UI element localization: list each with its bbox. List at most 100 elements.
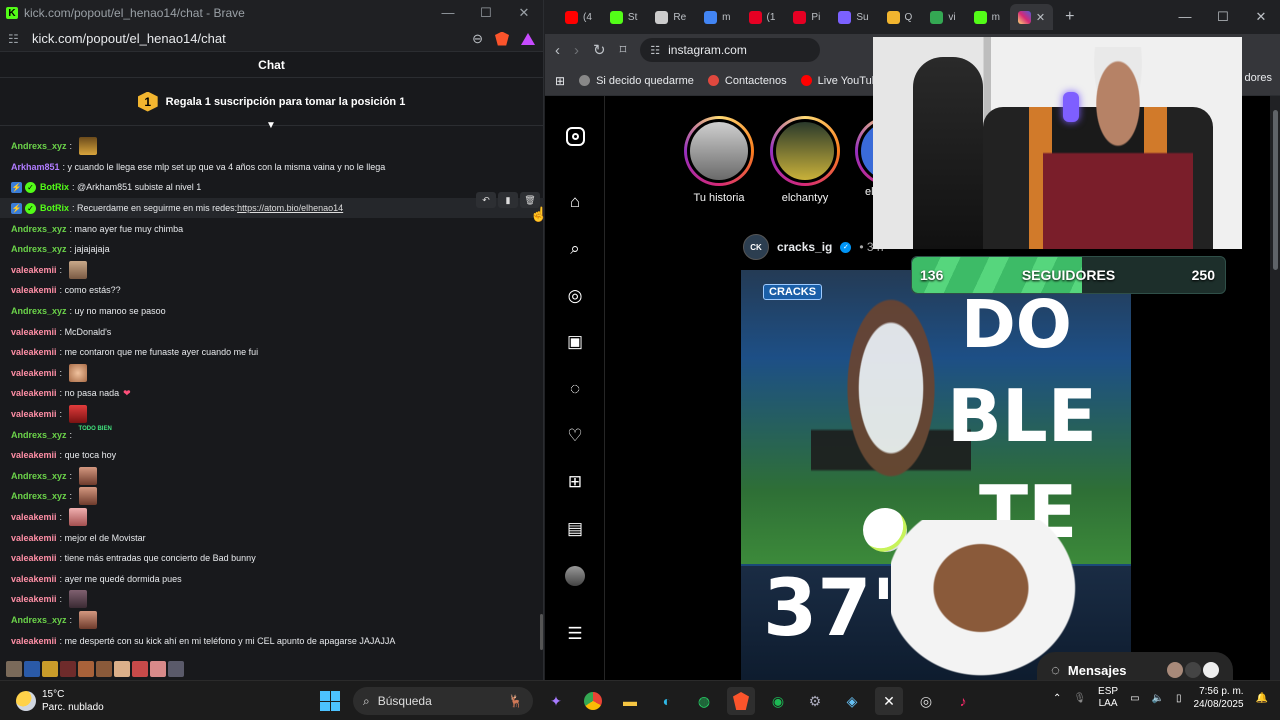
chat-message[interactable]: Andrexs_xyz: jajajajaja (0, 239, 544, 260)
chat-username[interactable]: Andrexs_xyz (11, 244, 67, 254)
emote-icon[interactable] (68, 507, 87, 526)
explore-icon[interactable]: ◎ (565, 286, 585, 306)
bookmark-icon[interactable]: ⌑ (620, 42, 627, 58)
menu-icon[interactable]: ☰ (565, 624, 585, 644)
whatsapp-icon[interactable]: ◍ (690, 687, 718, 715)
profile-avatar[interactable] (565, 566, 585, 586)
forward-icon[interactable]: › (574, 42, 579, 59)
reload-icon[interactable]: ↻ (593, 41, 606, 59)
edge-icon[interactable]: ◐ (653, 687, 681, 715)
chat-message[interactable]: Andrexs_xyz: uy no manoo se pasoo (0, 301, 544, 322)
emote-icon[interactable] (78, 487, 97, 506)
url-text[interactable]: kick.com/popout/el_henao14/chat (32, 31, 472, 46)
battery-icon[interactable]: ▯ (1176, 693, 1182, 704)
chat-message[interactable]: valeakemii: que toca hoy (0, 445, 544, 466)
start-button[interactable] (316, 687, 344, 715)
browser-tab[interactable]: vi (922, 4, 963, 30)
emote-icon[interactable] (132, 661, 148, 677)
chat-message[interactable]: Andrexs_xyz: (0, 610, 544, 631)
emote-icon[interactable] (6, 661, 22, 677)
tiktok-icon[interactable]: ♪ (949, 687, 977, 715)
chat-message[interactable]: Andrexs_xyz: (0, 486, 544, 507)
settings-gear-icon[interactable]: ⚙ (801, 687, 829, 715)
url-text[interactable]: instagram.com (668, 43, 747, 57)
address-bar[interactable]: ☷ kick.com/popout/el_henao14/chat ⊖ (0, 26, 543, 52)
copilot-icon[interactable]: ✦ (542, 687, 570, 715)
steam-icon[interactable]: ◈ (838, 687, 866, 715)
chat-message[interactable]: valeakemii: como estás?? (0, 280, 544, 301)
emote-icon[interactable] (78, 466, 97, 485)
chat-message[interactable]: ⚡ ✓ BotRix: Recuerdame en seguirme en mis … (0, 197, 544, 219)
address-bar[interactable]: ☷ instagram.com (640, 38, 821, 62)
chat-username[interactable]: valeakemii (11, 347, 57, 357)
clock[interactable]: 7:56 p. m. 24/08/2025 (1193, 685, 1243, 711)
chat-message[interactable]: Andrexs_xyz: (0, 136, 544, 157)
chat-message[interactable]: ⚡ ✓ BotRix: @Arkham851 subiste al nivel 1 (0, 177, 544, 198)
browser-tab[interactable]: (1 (741, 4, 784, 30)
home-icon[interactable]: ⌂ (565, 192, 585, 212)
page-scrollbar[interactable] (1270, 96, 1280, 680)
chat-username[interactable]: Andrexs_xyz (11, 141, 67, 151)
messenger-icon[interactable]: ◌ (565, 379, 585, 399)
browser-tab[interactable]: Re (647, 4, 694, 30)
chat-username[interactable]: valeakemii (11, 636, 57, 646)
browser-tab[interactable]: St (602, 4, 645, 30)
minimize-button[interactable]: — (429, 5, 467, 21)
chat-message[interactable]: valeakemii: (0, 404, 544, 425)
chat-username[interactable]: valeakemii (11, 512, 57, 522)
browser-tab[interactable]: m (966, 4, 1008, 30)
emote-icon[interactable] (68, 405, 87, 424)
emote-icon[interactable] (168, 661, 184, 677)
chat-message[interactable]: valeakemii: me contaron que me funaste a… (0, 342, 544, 363)
browser-tab[interactable]: m (696, 4, 738, 30)
chat-username[interactable]: BotRix (40, 182, 69, 192)
chat-username[interactable]: valeakemii (11, 265, 57, 275)
chat-username[interactable]: BotRix (40, 203, 69, 213)
emote-icon[interactable] (114, 661, 130, 677)
reply-icon[interactable]: ↶ (476, 192, 496, 208)
chat-username[interactable]: valeakemii (11, 533, 57, 543)
create-icon[interactable]: ⊞ (565, 472, 585, 492)
bookmark-item[interactable]: Live YouTub (800, 75, 878, 87)
browser-tab[interactable]: Su (830, 4, 876, 30)
story-item[interactable]: Tu historia (683, 116, 755, 204)
taskbar-search[interactable]: ⌕ Búsqueda 🦌 (353, 687, 533, 715)
volume-icon[interactable]: 🔈 (1152, 693, 1164, 704)
emote-icon[interactable] (68, 260, 87, 279)
emote-icon[interactable] (78, 137, 97, 156)
bookmark-item[interactable]: Si decido quedarme (579, 75, 694, 87)
pin-icon[interactable]: ▮ (498, 192, 518, 208)
collapse-icon[interactable]: ▼ (266, 120, 276, 131)
chat-message[interactable]: valeakemii: (0, 260, 544, 281)
chat-message[interactable]: valeakemii: no pasa nada ❤ (0, 383, 544, 404)
chat-username[interactable]: Andrexs_xyz (11, 491, 67, 501)
microphone-icon[interactable]: 🎙 (1073, 693, 1086, 704)
search-icon[interactable]: ⌕ (565, 239, 585, 259)
post-author-avatar[interactable]: CK (743, 234, 769, 260)
weather-widget[interactable]: 15°C Parc. nublado (16, 688, 104, 714)
chat-message[interactable]: valeakemii: (0, 363, 544, 384)
chat-link[interactable]: https://atom.bio/elhenao14 (237, 203, 343, 213)
emote-icon[interactable]: TODO BIEN (79, 426, 112, 444)
emote-icon[interactable] (150, 661, 166, 677)
chat-username[interactable]: Andrexs_xyz (11, 224, 67, 234)
brave-rewards-icon[interactable] (521, 32, 535, 45)
subscription-goal-banner[interactable]: 1 Regala 1 suscripción para tomar la pos… (0, 78, 543, 126)
close-tab-icon[interactable]: ✕ (1036, 11, 1045, 24)
browser-tab[interactable]: Q (879, 4, 921, 30)
emote-icon[interactable] (68, 590, 87, 609)
zoom-icon[interactable]: ⊖ (472, 31, 483, 47)
browser-tab[interactable]: Pi (785, 4, 828, 30)
brave-icon[interactable] (727, 687, 755, 715)
post-author-name[interactable]: cracks_ig (777, 240, 832, 254)
notifications-icon[interactable]: 🔔 (1256, 693, 1268, 704)
emote-icon[interactable] (24, 661, 40, 677)
emote-icon[interactable] (96, 661, 112, 677)
dashboard-icon[interactable]: ▤ (565, 519, 585, 539)
story-item[interactable]: elchantyy (769, 116, 841, 204)
emote-icon[interactable] (78, 610, 97, 629)
chat-username[interactable]: Arkham851 (11, 162, 60, 172)
brave-shields-icon[interactable] (495, 31, 509, 46)
chat-username[interactable]: Andrexs_xyz (11, 615, 67, 625)
browser-tab-active[interactable]: ✕ (1009, 4, 1054, 30)
